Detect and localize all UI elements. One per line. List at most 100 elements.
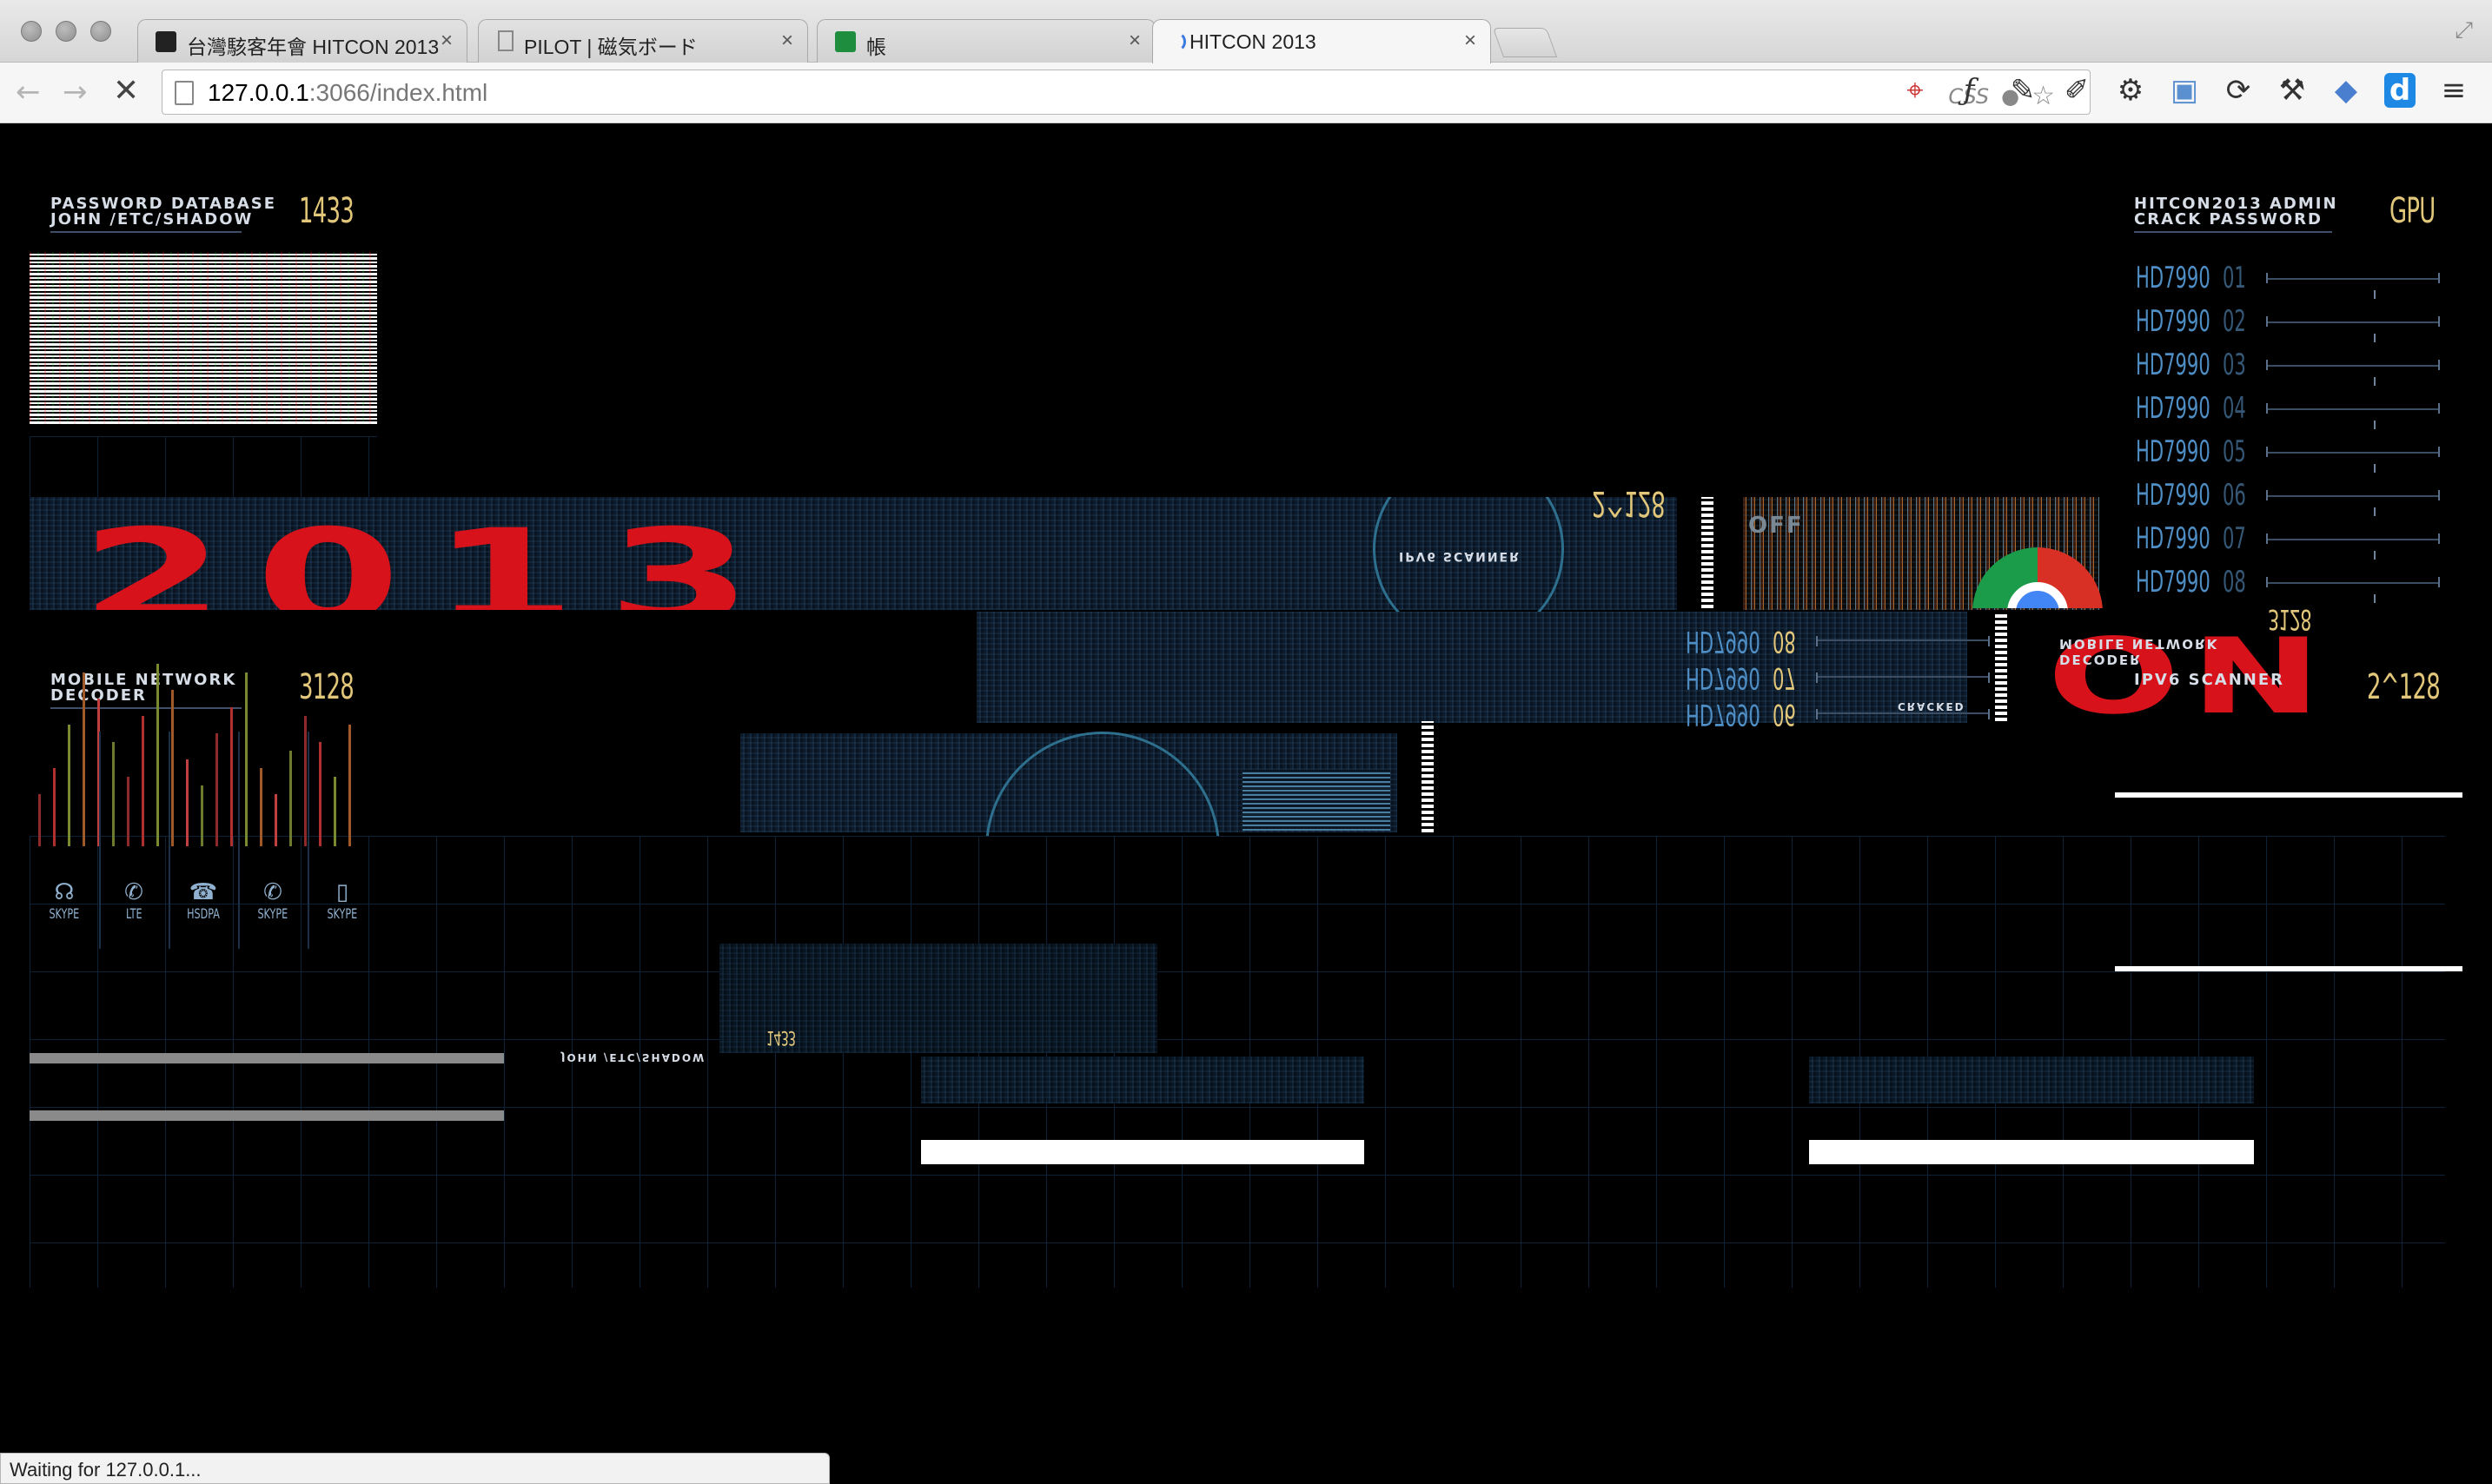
network-divider xyxy=(99,732,101,949)
network-item: ☎ HSDPA xyxy=(177,879,229,922)
data-stream-block xyxy=(1243,770,1390,831)
window-resizer-extension-icon[interactable]: ▣ xyxy=(2169,73,2200,108)
glitch-white-strip xyxy=(1809,1140,2254,1164)
signal-bar xyxy=(304,716,307,846)
tab-label: 帳 xyxy=(866,36,886,58)
glitch-toolbar-strip xyxy=(30,1053,504,1063)
progress-strip xyxy=(2115,792,2462,798)
signal-bar xyxy=(171,690,174,846)
signal-bar xyxy=(201,785,203,846)
color-picker-extension-icon[interactable]: ✐ xyxy=(2061,73,2092,108)
new-tab-button[interactable] xyxy=(1492,28,1558,57)
gpu-index: 05 xyxy=(2223,434,2246,469)
menu-icon[interactable]: ≡ xyxy=(2438,73,2469,108)
address-bar[interactable]: 127.0.0.1:3066/index.html CSS ● ☆ xyxy=(162,70,2091,115)
close-tab-icon[interactable]: × xyxy=(441,29,453,53)
glitch-toolbar-strip xyxy=(30,1110,504,1121)
signal-bar xyxy=(68,725,70,846)
gpu-name: HD7990 xyxy=(1686,624,1760,659)
network-item: ✆ LTE xyxy=(108,879,160,922)
gpu-index: 06 xyxy=(2223,478,2246,513)
gpu-name: HD7990 xyxy=(2136,434,2210,469)
signal-bar xyxy=(38,794,41,846)
gpu-name: HD7990 xyxy=(2136,521,2210,556)
gpu-load-bar xyxy=(1816,639,1990,641)
signal-bar xyxy=(334,777,336,846)
page-icon xyxy=(175,81,194,105)
network-label: HSDPA xyxy=(187,905,220,922)
close-tab-icon[interactable]: × xyxy=(1464,29,1476,53)
title-underline xyxy=(50,707,242,709)
gpu-row: HD7990 01 xyxy=(2136,261,2466,299)
gpu-name: HD7990 xyxy=(2136,261,2210,295)
sync-extension-icon[interactable]: ⟳ xyxy=(2223,73,2254,108)
close-tab-icon[interactable]: × xyxy=(1129,29,1141,53)
mirrored-1433-value: 1433 xyxy=(766,1026,796,1048)
signal-bar xyxy=(142,716,144,846)
font-finder-extension-icon[interactable]: ƒ xyxy=(1953,73,1985,108)
gpu-load-bar xyxy=(2266,447,2440,473)
signal-bar xyxy=(186,759,189,846)
sheets-icon xyxy=(835,31,856,52)
url-text[interactable]: 127.0.0.1:3066/index.html xyxy=(208,79,487,107)
gpu-load-bar xyxy=(2266,403,2440,429)
mirrored-decoder-label: DECODER MOBILE NETWORK xyxy=(2059,636,2219,667)
signal-bar xyxy=(230,707,233,846)
stop-loading-icon[interactable]: ✕ xyxy=(113,73,139,109)
minimize-window-button[interactable] xyxy=(56,21,76,42)
signal-bar xyxy=(289,751,292,846)
loading-spinner-icon xyxy=(1165,31,1186,52)
hitcon-favicon-icon xyxy=(156,31,176,52)
map-pin-extension-icon[interactable]: ⌖ xyxy=(1899,73,1931,108)
signal-bar xyxy=(127,777,129,846)
gpu-load-bar xyxy=(2266,316,2440,342)
d-extension-icon[interactable]: d xyxy=(2384,73,2416,108)
glitch-band xyxy=(1809,1057,2254,1103)
drop-extension-icon[interactable]: ◆ xyxy=(2330,73,2362,108)
gpu-name: HD7990 xyxy=(2136,348,2210,382)
network-label: SKYPE xyxy=(49,905,80,922)
gpu-index: 03 xyxy=(2223,348,2246,382)
gpu-load-marker xyxy=(2374,594,2376,603)
signal-bar xyxy=(275,794,277,846)
tab-sheet[interactable]: 帳 × xyxy=(817,19,1156,63)
tab-pilot[interactable]: PILOT | 磁気ボード × xyxy=(478,19,808,63)
wrench-extension-icon[interactable]: ✎ xyxy=(2007,73,2038,108)
off-label: OFF xyxy=(1748,513,1804,539)
back-arrow-icon[interactable]: ← xyxy=(16,75,41,109)
gpu-load-bar xyxy=(2266,533,2440,560)
zoom-window-button[interactable] xyxy=(90,21,111,42)
gpu-index: 08 xyxy=(2223,565,2246,600)
gpu-load-bar xyxy=(1816,676,1990,678)
gear-extension-icon[interactable]: ⚙ xyxy=(2115,73,2146,108)
status-bubble: Waiting for 127.0.0.1... xyxy=(0,1453,830,1484)
tab-hitcon-home[interactable]: 台灣駭客年會 HITCON 2013 × xyxy=(137,19,467,63)
signal-bar xyxy=(215,733,218,846)
gpu-row: HD7990 05 xyxy=(2136,434,2466,473)
tools-extension-icon[interactable]: ⚒ xyxy=(2277,73,2308,108)
signal-bars xyxy=(38,664,377,985)
network-divider xyxy=(238,732,240,949)
mirrored-3128-value: 3128 xyxy=(2268,603,2311,636)
network-item: ☊ SKYPE xyxy=(38,879,90,922)
network-item: ▯ SKYPE xyxy=(316,879,368,922)
close-window-button[interactable] xyxy=(21,21,42,42)
fullscreen-icon[interactable]: ⤢ xyxy=(2455,17,2473,44)
forward-arrow-icon[interactable]: → xyxy=(63,75,88,109)
network-label: SKYPE xyxy=(327,905,358,922)
network-label: LTE xyxy=(125,905,142,922)
gpu-label: GPU xyxy=(2389,191,2436,231)
ipv6-scanner-title: IPV6 SCANNER xyxy=(2134,671,2285,689)
close-tab-icon[interactable]: × xyxy=(781,29,793,53)
gpu-index: 04 xyxy=(2223,391,2246,426)
mirrored-gpu-row: HD7990 06 xyxy=(1686,697,2016,732)
mirrored-2-128-value: 2^128 xyxy=(1592,483,1666,523)
gpu-index: 07 xyxy=(2223,521,2246,556)
password-db-count: 1433 xyxy=(299,191,355,231)
tab-hitcon-2013[interactable]: HITCON 2013 × xyxy=(1152,19,1491,63)
phone-icon: ✆ xyxy=(124,879,143,905)
gpu-name: HD7990 xyxy=(2136,391,2210,426)
gpu-index: 07 xyxy=(1773,660,1796,695)
headset-icon: ☊ xyxy=(54,879,75,905)
gpu-name: HD7990 xyxy=(2136,304,2210,339)
